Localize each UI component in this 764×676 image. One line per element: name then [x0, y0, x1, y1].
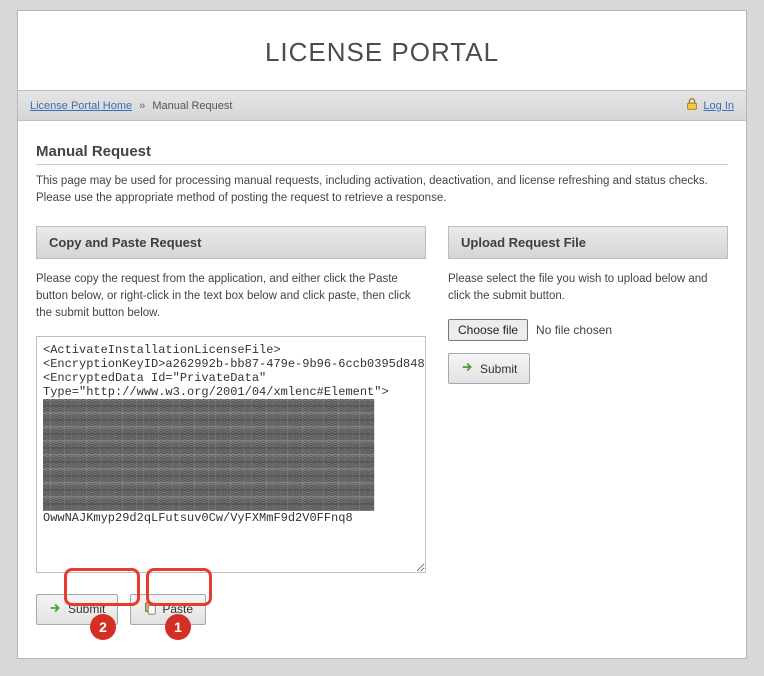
breadcrumb-bar: License Portal Home » Manual Request Log…: [18, 90, 746, 121]
choose-file-button[interactable]: Choose file: [448, 319, 528, 341]
annotation-badge-1: 1: [165, 614, 191, 640]
breadcrumb-current: Manual Request: [152, 100, 232, 112]
panel-header-copy: Copy and Paste Request: [36, 226, 426, 259]
copy-paste-panel: Copy and Paste Request Please copy the r…: [36, 226, 426, 625]
breadcrumb-home-link[interactable]: License Portal Home: [30, 100, 132, 112]
panel-header-upload: Upload Request File: [448, 226, 728, 259]
arrow-right-icon: [461, 360, 475, 377]
app-title: LICENSE PORTAL: [18, 37, 746, 68]
lock-icon: [685, 97, 699, 114]
upload-instructions: Please select the file you wish to uploa…: [448, 271, 728, 306]
breadcrumb-separator: »: [139, 100, 145, 112]
paste-icon: [143, 601, 157, 618]
upload-submit-label: Submit: [480, 362, 517, 376]
header: LICENSE PORTAL: [18, 11, 746, 90]
page-title: Manual Request: [36, 143, 728, 160]
title-divider: [36, 164, 728, 165]
upload-panel: Upload Request File Please select the fi…: [448, 226, 728, 625]
login-label: Log In: [703, 100, 734, 112]
arrow-right-icon: [49, 601, 63, 618]
upload-submit-button[interactable]: Submit: [448, 353, 530, 384]
annotation-badge-2: 2: [90, 614, 116, 640]
page-description: This page may be used for processing man…: [36, 173, 728, 208]
copy-instructions: Please copy the request from the applica…: [36, 271, 426, 323]
file-status: No file chosen: [536, 321, 612, 339]
login-link[interactable]: Log In: [685, 97, 734, 114]
breadcrumb: License Portal Home » Manual Request: [30, 100, 232, 112]
request-textarea[interactable]: [36, 336, 426, 573]
